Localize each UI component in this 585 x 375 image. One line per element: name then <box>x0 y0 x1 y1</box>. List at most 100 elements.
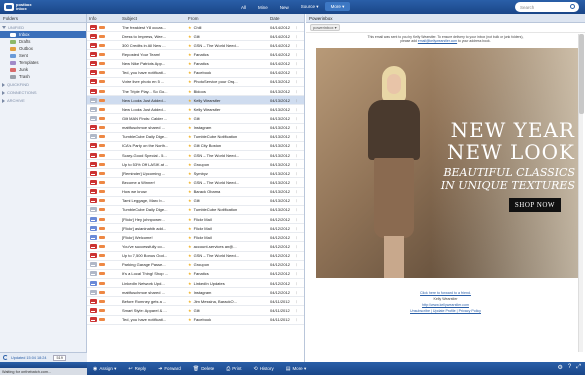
flag-icon[interactable]: ⁝ <box>296 207 304 212</box>
message-row[interactable]: Smart Style: Apparel & ... ★ Gilt 04/11/201… <box>87 306 304 316</box>
nav-source[interactable]: Source ▾ <box>295 0 325 14</box>
flag-icon[interactable]: ⁝ <box>296 198 304 203</box>
star-icon[interactable]: ★ <box>188 308 192 313</box>
flag-icon[interactable]: ⁝ <box>296 107 304 112</box>
message-row[interactable]: The Triple Play... So Go... ★ Bidoos 04/13/… <box>87 87 304 97</box>
message-row[interactable]: 300 Credits in All New ... ★ GSN – The Wor… <box>87 41 304 51</box>
flag-icon[interactable]: ⁝ <box>296 43 304 48</box>
message-row[interactable]: New Nike Patriots App... ★ Fanatics 04/14/2… <box>87 60 304 69</box>
star-icon[interactable]: ★ <box>188 226 192 231</box>
nav-new[interactable]: New <box>274 0 295 14</box>
flag-icon[interactable]: ⁝ <box>296 281 304 286</box>
section-archive[interactable]: ARCHIVE <box>0 96 86 104</box>
flag-icon[interactable]: ⁝ <box>296 52 304 57</box>
message-row[interactable]: Before Romney gets a ... ★ Jim Messina, Ba… <box>87 297 304 307</box>
print-button[interactable]: ⎙ Print <box>220 366 247 372</box>
folder-inbox[interactable]: Inbox <box>0 31 86 38</box>
flag-icon[interactable]: ⁝ <box>296 317 304 322</box>
flag-icon[interactable]: ⁝ <box>296 290 304 295</box>
flag-icon[interactable]: ⁝ <box>296 253 304 258</box>
message-row[interactable]: [Flickr] Welcome! ★ Flickr Mail 04/12/2012 ⁝ <box>87 233 304 243</box>
flag-icon[interactable]: ⁝ <box>296 162 304 167</box>
message-row[interactable]: mattfuschmoe shared ... ★ Instagram 04/13/2… <box>87 124 304 133</box>
message-row[interactable]: The freakiest Y8 occas... ★ Chill 04/14/201… <box>87 23 304 33</box>
hero-image[interactable]: NEW YEAR NEW LOOK BEAUTIFUL CLASSICS IN … <box>316 48 581 279</box>
flag-icon[interactable]: ⁝ <box>296 79 304 84</box>
folder-sent[interactable]: Sent <box>0 52 86 59</box>
star-icon[interactable]: ★ <box>188 43 192 48</box>
flag-icon[interactable]: ⁝ <box>296 226 304 231</box>
refresh-icon[interactable] <box>3 355 8 360</box>
nav-mine[interactable]: Mine <box>252 0 274 14</box>
flag-icon[interactable]: ⁝ <box>296 61 304 66</box>
column-info[interactable]: Info <box>87 16 120 21</box>
flag-icon[interactable]: ⁝ <box>296 217 304 222</box>
star-icon[interactable]: ★ <box>188 98 192 103</box>
message-row[interactable]: New Looks Just Added... ★ Kelly Wearstler 0… <box>87 96 304 106</box>
flag-icon[interactable]: ⁝ <box>296 153 304 158</box>
star-icon[interactable]: ★ <box>188 290 192 295</box>
star-icon[interactable]: ★ <box>188 125 192 130</box>
message-row[interactable]: It's a Local Thing! Shop ... ★ Fanatics 04/… <box>87 270 304 279</box>
section-connections[interactable]: CONNECTIONS <box>0 88 86 96</box>
help-icon[interactable]: ? <box>568 364 571 371</box>
message-row[interactable]: Dress to Impress, Wee... ★ Gilt 04/14/2012 ⁝ <box>87 32 304 42</box>
flag-icon[interactable]: ⁝ <box>296 189 304 194</box>
star-icon[interactable]: ★ <box>188 271 192 276</box>
star-icon[interactable]: ★ <box>188 153 192 158</box>
message-row[interactable]: [Flickr] Hey johnpower... ★ Flickr Mail 04/… <box>87 215 304 225</box>
message-row[interactable]: [Flickr] asianinahib add... ★ Flickr Mail 0… <box>87 224 304 234</box>
flag-icon[interactable]: ⁝ <box>296 70 304 75</box>
message-row[interactable]: TumbleCube Daily Dige... ★ TumbleCube Noti… <box>87 206 304 215</box>
message-row[interactable]: Up to 53% Off LASIK at ... ★ Groupon 04/13/… <box>87 160 304 170</box>
message-row[interactable]: mattfuschmoe shared ... ★ Instagram 04/12/2… <box>87 288 304 298</box>
message-row[interactable]: Tami Leggage, Marc b... ★ Gilt 04/13/2012 ⁝ <box>87 197 304 206</box>
flag-icon[interactable]: ⁝ <box>296 125 304 130</box>
message-row[interactable]: Votre livre photo en 5 ... ★ PhotoService … <box>87 78 304 87</box>
star-icon[interactable]: ★ <box>188 171 192 176</box>
expand-icon[interactable]: ⤢ <box>576 364 581 371</box>
star-icon[interactable]: ★ <box>188 79 192 84</box>
star-icon[interactable]: ★ <box>188 61 192 66</box>
section-unified[interactable]: UNIFIED <box>0 23 86 31</box>
star-icon[interactable]: ★ <box>188 281 192 286</box>
scroll-thumb[interactable] <box>579 34 584 114</box>
star-icon[interactable]: ★ <box>188 162 192 167</box>
flag-icon[interactable]: ⁝ <box>296 244 304 249</box>
star-icon[interactable]: ★ <box>188 299 192 304</box>
flag-icon[interactable]: ⁝ <box>296 34 304 39</box>
search-input[interactable]: Search <box>515 2 579 12</box>
message-row[interactable]: Become a Winner! ★ GSN – The World Need...… <box>87 178 304 188</box>
message-row[interactable]: New Looks Just Added... ★ Kelly Wearstler 0… <box>87 105 304 115</box>
gear-icon[interactable]: ⚙ <box>557 364 562 371</box>
disclaimer-email-link[interactable]: email@kellywearstler.com <box>418 39 457 43</box>
folder-drafts[interactable]: Drafts <box>0 38 86 45</box>
powerinbox-menu[interactable]: powerinbox ▾ <box>310 24 340 31</box>
star-icon[interactable]: ★ <box>188 180 192 185</box>
star-icon[interactable]: ★ <box>188 107 192 112</box>
shop-now-button[interactable]: SHOP NOW <box>508 198 561 213</box>
flag-icon[interactable]: ⁝ <box>296 262 304 267</box>
star-icon[interactable]: ★ <box>188 134 192 139</box>
flag-icon[interactable]: ⁝ <box>296 308 304 313</box>
star-icon[interactable]: ★ <box>188 207 192 212</box>
flag-icon[interactable]: ⁝ <box>296 98 304 103</box>
star-icon[interactable]: ★ <box>188 217 192 222</box>
star-icon[interactable]: ★ <box>188 262 192 267</box>
message-row[interactable]: Ted, you have notificati... ★ Facebook 04/1… <box>87 69 304 78</box>
message-row[interactable]: Gilt MAN Finds: Calder ... ★ Gilt 04/13/201… <box>87 114 304 124</box>
message-row[interactable]: Up to 7,500 Bonus Ood... ★ GSN – The World… <box>87 252 304 261</box>
search-icon[interactable] <box>570 4 575 9</box>
nav-more[interactable]: More ▾ <box>324 2 351 11</box>
message-row[interactable]: TumbleCube Daily Dige... ★ TumbleCube Noti… <box>87 133 304 142</box>
flag-icon[interactable]: ⁝ <box>296 271 304 276</box>
star-icon[interactable]: ★ <box>188 143 192 148</box>
message-row[interactable]: Parking Garage Passe... ★ Groupon 04/12/201… <box>87 261 304 270</box>
star-icon[interactable]: ★ <box>188 253 192 258</box>
message-row[interactable]: How we know ★ Barack Obama 04/13/2012 ⁝ <box>87 188 304 197</box>
flag-icon[interactable]: ⁝ <box>296 171 304 176</box>
message-row[interactable]: LinkedIn Network Upd... ★ LinkedIn Updates… <box>87 279 304 289</box>
star-icon[interactable]: ★ <box>188 116 192 121</box>
star-icon[interactable]: ★ <box>188 189 192 194</box>
history-button[interactable]: ⟲ History <box>247 366 279 372</box>
